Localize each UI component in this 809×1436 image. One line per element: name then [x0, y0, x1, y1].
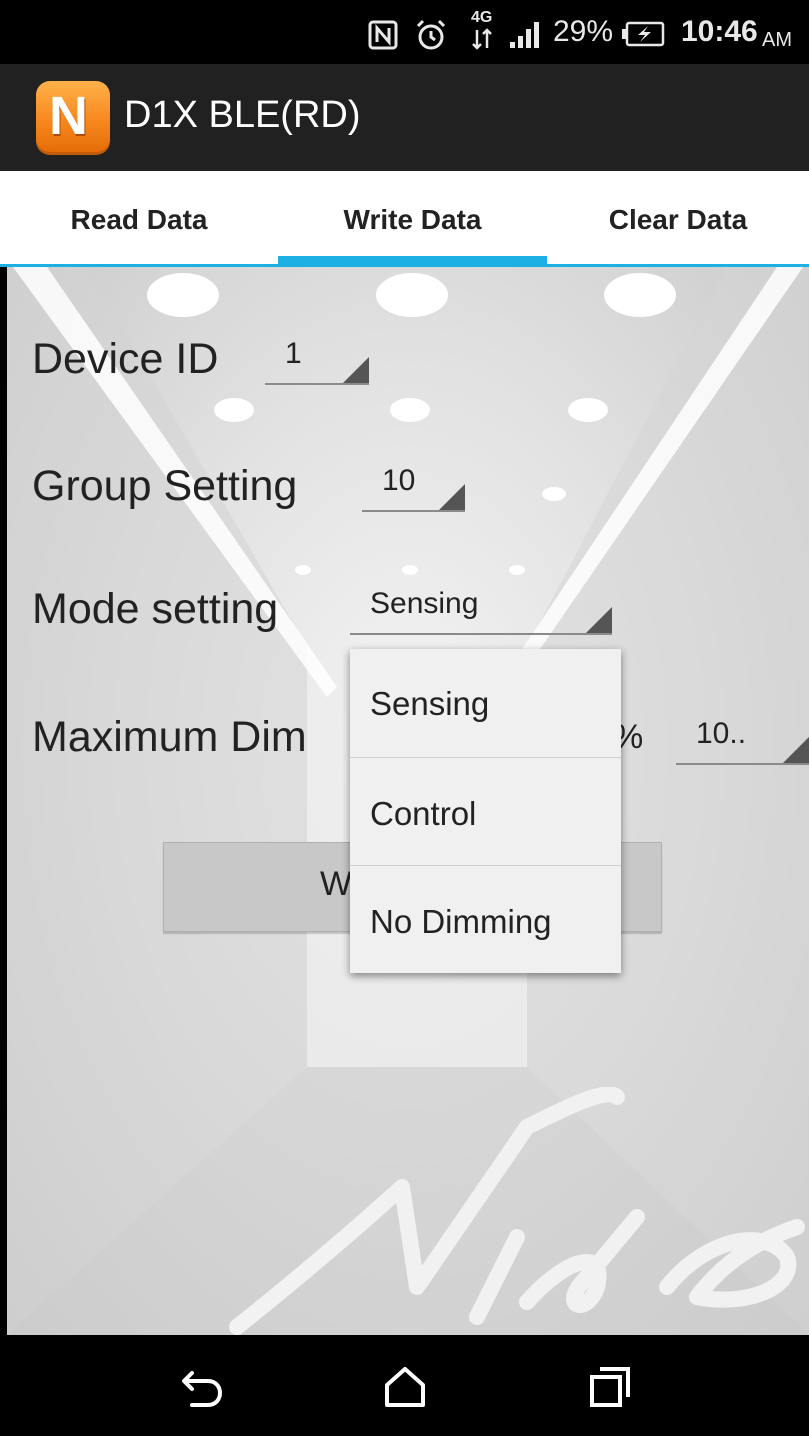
data-arrows-icon — [472, 28, 492, 50]
app-title: D1X BLE(RD) — [124, 94, 361, 136]
battery-charging-icon — [622, 21, 665, 47]
device-id-spinner[interactable]: 1 — [265, 335, 369, 385]
mode-setting-spinner[interactable]: Sensing — [350, 585, 612, 635]
status-bar: 4G 29% 10:46 AM — [0, 0, 809, 64]
app-logo-letter: N — [49, 86, 88, 146]
dropdown-option-label: No Dimming — [370, 903, 552, 940]
group-setting-spinner[interactable]: 10 — [362, 462, 465, 512]
dropdown-option-sensing[interactable]: Sensing — [350, 649, 621, 757]
battery-percent: 29% — [553, 15, 614, 48]
tab-bar: Read Data Write Data Clear Data — [0, 171, 809, 267]
tab-selected-indicator — [278, 256, 547, 267]
nfc-icon — [368, 20, 398, 50]
maximum-dimming-label: Maximum Dim — [32, 713, 307, 761]
dropdown-triangle-icon — [783, 737, 809, 763]
clock-ampm: AM — [762, 29, 792, 51]
tab-write-data[interactable]: Write Data — [278, 171, 547, 267]
mode-setting-value: Sensing — [370, 587, 479, 620]
network-type-label: 4G — [471, 9, 493, 26]
dropdown-triangle-icon — [586, 607, 612, 633]
action-bar: N D1X BLE(RD) — [0, 64, 809, 171]
maximum-dimming-spinner[interactable]: 10.. — [676, 715, 809, 765]
alarm-icon — [416, 19, 446, 50]
back-icon[interactable] — [178, 1363, 226, 1411]
dropdown-option-no-dimming[interactable]: No Dimming — [350, 865, 621, 973]
dropdown-triangle-icon — [343, 357, 369, 383]
mode-setting-label: Mode setting — [32, 585, 279, 633]
dropdown-triangle-icon — [439, 484, 465, 510]
dropdown-option-label: Sensing — [370, 685, 490, 722]
clock-time: 10:46 — [681, 15, 758, 48]
signal-icon — [510, 22, 539, 48]
tab-read-data[interactable]: Read Data — [0, 171, 278, 267]
recents-icon[interactable] — [586, 1363, 634, 1411]
maximum-dimming-value: 10.. — [696, 717, 747, 750]
navigation-bar — [0, 1335, 809, 1436]
group-setting-label: Group Setting — [32, 462, 298, 510]
nido-watermark-logo — [229, 1087, 805, 1335]
mode-setting-dropdown: Sensing Control No Dimming — [350, 649, 621, 973]
tab-clear-data[interactable]: Clear Data — [547, 171, 809, 267]
write-button-label: W — [320, 865, 353, 903]
group-setting-value: 10 — [382, 464, 416, 497]
device-id-label: Device ID — [32, 335, 219, 383]
dropdown-option-control[interactable]: Control — [350, 757, 621, 865]
device-id-value: 1 — [285, 337, 302, 370]
home-icon[interactable] — [381, 1363, 429, 1411]
app-logo-icon: N — [36, 81, 110, 155]
dropdown-option-label: Control — [370, 795, 477, 832]
